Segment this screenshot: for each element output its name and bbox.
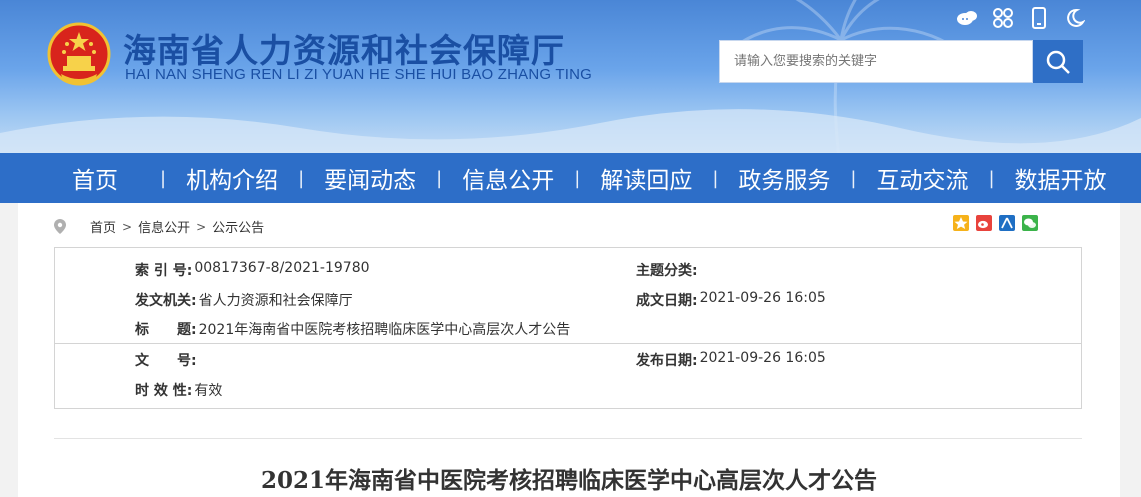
- breadcrumb-disclosure[interactable]: 信息公开: [138, 217, 190, 236]
- accessibility-icon[interactable]: [991, 6, 1015, 30]
- qzone-icon[interactable]: [953, 215, 969, 231]
- article-title: 2021年海南省中医院考核招聘临床医学中心高层次人才公告: [260, 467, 877, 494]
- share-bar: [953, 215, 1038, 231]
- main-nav: 首页 | 机构介绍 | 要闻动态 | 信息公开 | 解读回应 | 政务服务 | …: [0, 153, 1141, 203]
- meta-issuer-label: 发文机关:: [135, 293, 197, 309]
- meta-validity: 时 效 性: 有效: [135, 380, 222, 400]
- meta-created-value: 2021-09-26 16:05: [699, 290, 826, 306]
- meta-index-value: 00817367-8/2021-19780: [194, 260, 370, 276]
- nav-services[interactable]: 政务服务: [738, 161, 830, 195]
- nav-interaction[interactable]: 互动交流: [876, 161, 968, 195]
- meta-doc-no: 文 号:: [135, 350, 199, 370]
- meta-published-label: 发布日期:: [636, 353, 698, 369]
- breadcrumb: 首页 > 信息公开 > 公示公告: [54, 217, 264, 236]
- meta-index: 索 引 号: 00817367-8/2021-19780: [135, 260, 370, 280]
- nav-about[interactable]: 机构介绍: [186, 161, 278, 195]
- content-divider: [54, 438, 1082, 439]
- content-card: 首页 > 信息公开 > 公示公告 索 引 号: 00817367-8/2021-…: [18, 203, 1120, 497]
- meta-title-value: 2021年海南省中医院考核招聘临床医学中心高层次人才公告: [198, 322, 571, 338]
- renren-icon[interactable]: [999, 215, 1015, 231]
- meta-index-label: 索 引 号:: [135, 263, 193, 279]
- search-button[interactable]: [1033, 40, 1083, 83]
- chevron-right-icon: >: [196, 219, 207, 234]
- breadcrumb-home[interactable]: 首页: [90, 217, 116, 236]
- meta-created: 成文日期: 2021-09-26 16:05: [636, 290, 826, 310]
- weibo-icon[interactable]: [955, 6, 979, 30]
- meta-issuer-value: 省人力资源和社会保障厅: [198, 293, 353, 309]
- top-toolbar: [955, 6, 1087, 30]
- location-pin-icon: [54, 219, 66, 234]
- site-title-pinyin: HAI NAN SHENG REN LI ZI YUAN HE SHE HUI …: [125, 66, 592, 83]
- meta-divider: [55, 343, 1081, 344]
- breadcrumb-current[interactable]: 公示公告: [212, 217, 264, 236]
- nav-news[interactable]: 要闻动态: [324, 161, 416, 195]
- mobile-icon[interactable]: [1027, 6, 1051, 30]
- nav-separator: |: [574, 167, 581, 189]
- meta-created-label: 成文日期:: [636, 293, 698, 309]
- search-icon: [1046, 50, 1070, 74]
- weibo-share-icon[interactable]: [976, 215, 992, 231]
- wechat-icon[interactable]: [1022, 215, 1038, 231]
- night-mode-icon[interactable]: [1063, 6, 1087, 30]
- meta-title-label: 标 题:: [135, 322, 197, 338]
- meta-validity-value: 有效: [194, 383, 223, 399]
- nav-separator: |: [160, 167, 167, 189]
- chevron-right-icon: >: [122, 219, 133, 234]
- search-input[interactable]: [720, 41, 1032, 82]
- meta-validity-label: 时 效 性:: [135, 383, 193, 399]
- meta-issuer: 发文机关: 省人力资源和社会保障厅: [135, 290, 353, 310]
- nav-separator: |: [988, 167, 995, 189]
- nav-open-data[interactable]: 数据开放: [1015, 161, 1107, 195]
- nav-separator: |: [298, 167, 305, 189]
- meta-title: 标 题: 2021年海南省中医院考核招聘临床医学中心高层次人才公告: [135, 319, 570, 339]
- site-header: 海南省人力资源和社会保障厅 HAI NAN SHENG REN LI ZI YU…: [0, 0, 1141, 153]
- national-emblem-icon: [47, 22, 111, 86]
- meta-published: 发布日期: 2021-09-26 16:05: [636, 350, 826, 370]
- meta-doc-no-label: 文 号:: [135, 353, 197, 369]
- nav-disclosure[interactable]: 信息公开: [462, 161, 554, 195]
- nav-home[interactable]: 首页: [72, 161, 118, 195]
- meta-topic: 主题分类:: [636, 260, 700, 280]
- search-box: [719, 40, 1033, 83]
- nav-interpretation[interactable]: 解读回应: [600, 161, 692, 195]
- nav-separator: |: [436, 167, 443, 189]
- nav-separator: |: [850, 167, 857, 189]
- nav-separator: |: [712, 167, 719, 189]
- document-meta-table: 索 引 号: 00817367-8/2021-19780 主题分类: 发文机关:…: [54, 247, 1082, 409]
- cloud-decoration: [0, 109, 1141, 153]
- site-title: 海南省人力资源和社会保障厅: [123, 31, 565, 70]
- meta-published-value: 2021-09-26 16:05: [699, 350, 826, 366]
- meta-topic-label: 主题分类:: [636, 263, 698, 279]
